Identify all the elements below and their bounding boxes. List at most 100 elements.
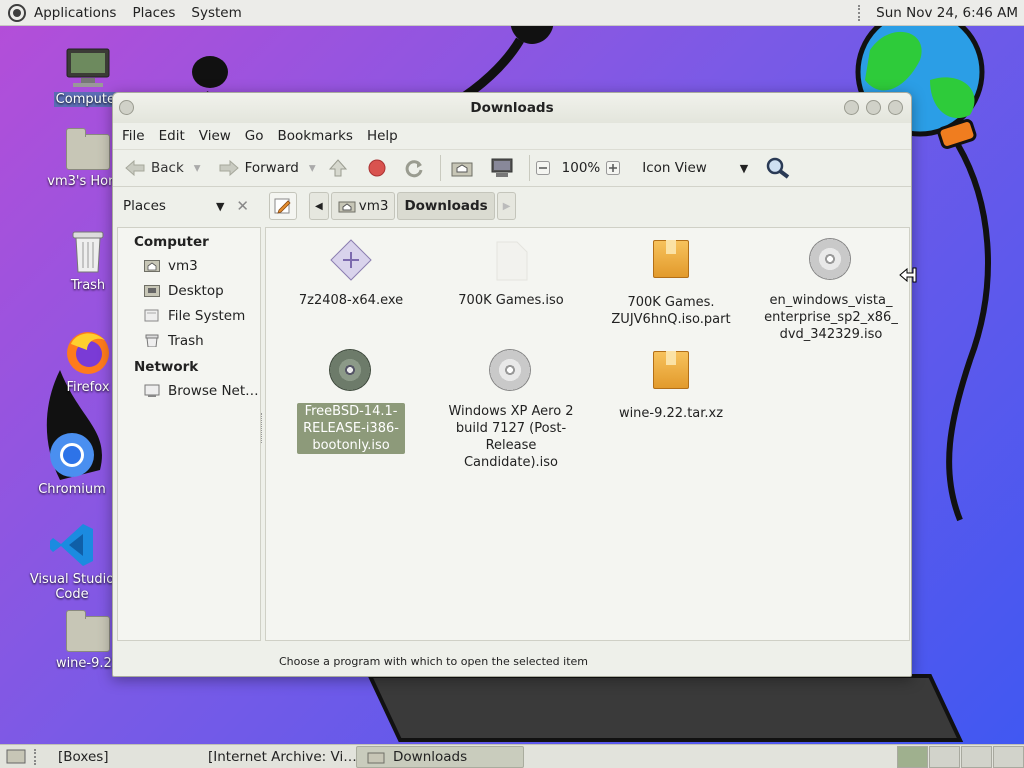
maximize-button[interactable]: [866, 100, 881, 115]
resize-cursor-icon: [899, 267, 917, 283]
workspace-switcher: [896, 745, 1024, 768]
up-button[interactable]: [320, 153, 362, 183]
task-label: [Internet Archive: Vi…: [208, 748, 356, 765]
task-boxes[interactable]: [Boxes]: [48, 746, 188, 768]
minus-icon: [535, 161, 550, 175]
workspace-4[interactable]: [993, 745, 1024, 768]
workspace-3[interactable]: [961, 745, 992, 768]
forward-label: Forward: [244, 160, 299, 176]
reload-icon: [405, 160, 423, 178]
file-name: Windows XP Aero 2 build 7127 (Post- Rele…: [448, 404, 574, 470]
panel-handle[interactable]: [858, 4, 862, 21]
menu-places[interactable]: Places: [124, 5, 183, 21]
file-name: 700K Games.iso: [458, 293, 564, 308]
menubar: File Edit View Go Bookmarks Help: [113, 123, 911, 149]
path-scroll-left-button[interactable]: ◀: [309, 192, 329, 220]
minimize-button[interactable]: [844, 100, 859, 115]
zoom-out-button[interactable]: [534, 153, 558, 183]
package-icon: [649, 240, 693, 284]
sidebar-item-trash[interactable]: Trash: [118, 328, 260, 353]
reload-button[interactable]: [398, 153, 436, 183]
menu-applications[interactable]: Applications: [26, 5, 124, 21]
sidebar-type-select[interactable]: Places ▼ ✕: [119, 192, 255, 220]
file-item[interactable]: 7z2408-x64.exe: [276, 238, 426, 309]
toolbar: Back ▾ Forward ▾ 100% Icon View ▼: [113, 149, 911, 187]
zoom-level[interactable]: 100%: [558, 153, 605, 183]
file-item[interactable]: 700K Games.iso: [436, 238, 586, 309]
menu-edit[interactable]: Edit: [152, 128, 192, 144]
menu-system[interactable]: System: [183, 5, 249, 21]
chevron-down-icon: ▼: [215, 199, 225, 213]
sidebar-item-vm3[interactable]: vm3: [118, 253, 260, 278]
path-crumb-label: vm3: [358, 198, 389, 214]
zoom-in-button[interactable]: [604, 153, 628, 183]
toggle-location-entry-button[interactable]: [269, 192, 297, 220]
sidebar-item-label: Browse Net…: [168, 382, 259, 399]
chromium-icon: [49, 432, 95, 478]
show-desktop-button[interactable]: [0, 746, 32, 768]
path-scroll-right-button[interactable]: ▶: [496, 192, 517, 220]
sidebar-type-label: Places: [123, 198, 166, 214]
disc-icon: [329, 349, 373, 393]
computer-icon: [65, 48, 111, 88]
file-name: 7z2408-x64.exe: [298, 293, 404, 308]
file-item[interactable]: 700K Games. ZUJV6hnQ.iso.part: [596, 238, 746, 328]
path-crumb-vm3[interactable]: vm3: [330, 192, 396, 220]
close-sidebar-icon[interactable]: ✕: [236, 197, 249, 215]
panel-handle[interactable]: [34, 748, 38, 765]
path-crumb-downloads[interactable]: Downloads: [397, 192, 495, 220]
back-arrow-icon: [125, 160, 145, 176]
file-item-selected[interactable]: FreeBSD-14.1- RELEASE-i386- bootonly.iso: [276, 349, 426, 454]
menu-view[interactable]: View: [192, 128, 238, 144]
menu-help[interactable]: Help: [360, 128, 405, 144]
forward-history-dropdown[interactable]: ▾: [305, 153, 320, 183]
clock[interactable]: Sun Nov 24, 6:46 AM: [868, 5, 1024, 21]
desktop-icon-label: Visual Studio Code: [29, 572, 115, 602]
view-mode-select[interactable]: Icon View ▼: [636, 153, 754, 183]
back-button[interactable]: Back: [119, 153, 190, 183]
menu-bookmarks[interactable]: Bookmarks: [271, 128, 360, 144]
menu-go[interactable]: Go: [238, 128, 271, 144]
disc-icon: [489, 349, 533, 393]
stop-button[interactable]: [362, 153, 398, 183]
distro-logo-icon[interactable]: [8, 3, 26, 22]
computer-icon: [491, 158, 513, 177]
window-titlebar[interactable]: Downloads: [113, 93, 911, 123]
chevron-down-icon: ▼: [739, 161, 749, 175]
task-internet-archive[interactable]: [Internet Archive: Vi…: [188, 746, 356, 768]
home-button[interactable]: [445, 153, 485, 183]
home-folder-icon: [451, 162, 473, 177]
sidebar-item-desktop[interactable]: Desktop: [118, 278, 260, 303]
sidebar-item-file-system[interactable]: File System: [118, 303, 260, 328]
toolbar-separator: [439, 155, 441, 181]
file-name: 700K Games. ZUJV6hnQ.iso.part: [611, 295, 731, 327]
window-menu-icon[interactable]: [119, 100, 134, 115]
forward-button[interactable]: Forward: [213, 153, 305, 183]
file-item[interactable]: en_windows_vista_ enterprise_sp2_x86_ dv…: [756, 238, 906, 343]
workspace-2[interactable]: [929, 745, 960, 768]
toolbar-separator: [528, 155, 530, 181]
blank-file-icon: [489, 238, 533, 282]
trash-icon: [145, 334, 159, 347]
workspace-1[interactable]: [897, 745, 928, 768]
close-button[interactable]: [888, 100, 903, 115]
path-crumb-label: Downloads: [404, 198, 488, 214]
desktop-icon-vscode[interactable]: Visual Studio Code: [22, 522, 122, 602]
desktop-icon-label: Chromium: [38, 482, 106, 497]
desktop-icon-label: Firefox: [66, 380, 110, 395]
sidebar-item-browse-network[interactable]: Browse Net…: [118, 378, 260, 403]
file-item[interactable]: wine-9.22.tar.xz: [596, 349, 746, 422]
folder-icon: [367, 752, 385, 763]
plus-icon: [606, 161, 621, 175]
bottom-panel: [Boxes] [Internet Archive: Vi… Downloads: [0, 744, 1024, 768]
forward-arrow-icon: [219, 160, 239, 176]
search-icon: [767, 157, 790, 179]
search-button[interactable]: [760, 153, 802, 183]
back-history-dropdown[interactable]: ▾: [190, 153, 205, 183]
computer-button[interactable]: [485, 153, 525, 183]
file-name: FreeBSD-14.1- RELEASE-i386- bootonly.iso: [297, 403, 405, 454]
task-downloads[interactable]: Downloads: [356, 745, 524, 768]
file-item[interactable]: Windows XP Aero 2 build 7127 (Post- Rele…: [436, 349, 586, 471]
menu-file[interactable]: File: [115, 128, 152, 144]
desktop-icon-chromium[interactable]: Chromium: [22, 432, 122, 497]
